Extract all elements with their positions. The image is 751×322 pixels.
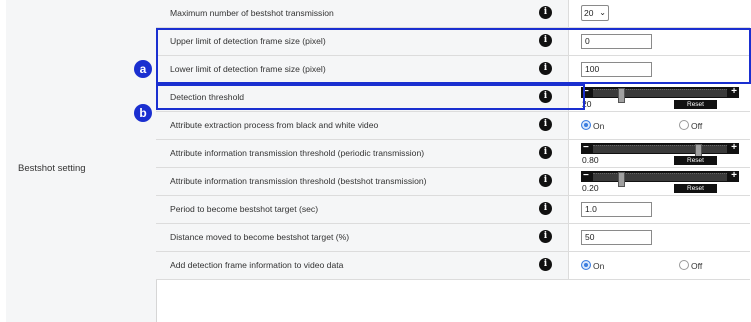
control-cell: 1.0 <box>568 196 751 223</box>
info-icon[interactable]: i <box>539 118 552 131</box>
setting-label: Distance moved to become bestshot target… <box>170 232 350 242</box>
slider-thumb[interactable] <box>618 88 625 103</box>
reset-button[interactable]: Reset <box>674 184 717 193</box>
control-cell: 20 ⌄ <box>568 0 751 27</box>
control-cell: On Off <box>568 252 751 279</box>
setting-row-period: Period to become bestshot target (sec) i… <box>156 196 751 224</box>
radio-on[interactable]: On <box>581 120 604 131</box>
control-cell: 0 <box>568 28 751 55</box>
slider-track[interactable] <box>593 88 727 103</box>
settings-panel: Bestshot setting Maximum number of bests… <box>6 0 751 322</box>
setting-label: Upper limit of detection frame size (pix… <box>170 36 326 46</box>
radio-off[interactable]: Off <box>679 120 702 131</box>
setting-row-upper-limit: Upper limit of detection frame size (pix… <box>156 28 751 56</box>
minus-icon[interactable]: − <box>583 170 589 181</box>
info-icon[interactable]: i <box>539 258 552 271</box>
minus-icon[interactable]: − <box>583 86 589 97</box>
info-icon[interactable]: i <box>539 90 552 103</box>
plus-icon[interactable]: + <box>731 142 737 153</box>
slider-value: 20 <box>582 99 592 109</box>
info-icon[interactable]: i <box>539 230 552 243</box>
radio-on[interactable]: On <box>581 260 604 271</box>
control-cell: 50 <box>568 224 751 251</box>
distance-input[interactable]: 50 <box>581 230 652 245</box>
setting-row-attr-bestshot: Attribute information transmission thres… <box>156 168 751 196</box>
radio-selected-icon <box>581 260 591 270</box>
info-icon[interactable]: i <box>539 62 552 75</box>
setting-label: Attribute information transmission thres… <box>170 148 425 158</box>
setting-row-add-frame-info: Add detection frame information to video… <box>156 252 751 280</box>
setting-row-max-bestshot: Maximum number of bestshot transmission … <box>156 0 751 28</box>
radio-selected-icon <box>581 120 591 130</box>
setting-row-lower-limit: Lower limit of detection frame size (pix… <box>156 56 751 84</box>
plus-icon[interactable]: + <box>731 170 737 181</box>
setting-row-detection-threshold: Detection threshold i − + 20 Reset <box>156 84 751 112</box>
upper-limit-input[interactable]: 0 <box>581 34 652 49</box>
setting-row-attr-periodic: Attribute information transmission thres… <box>156 140 751 168</box>
chevron-down-icon: ⌄ <box>599 8 606 17</box>
setting-label: Maximum number of bestshot transmission <box>170 8 334 18</box>
setting-row-distance: Distance moved to become bestshot target… <box>156 224 751 252</box>
minus-icon[interactable]: − <box>583 142 589 153</box>
lower-limit-input[interactable]: 100 <box>581 62 652 77</box>
select-value: 20 <box>584 8 594 18</box>
setting-label: Attribute extraction process from black … <box>170 120 379 130</box>
reset-button[interactable]: Reset <box>674 156 717 165</box>
slider-thumb[interactable] <box>618 172 625 187</box>
reset-button[interactable]: Reset <box>674 100 717 109</box>
info-icon[interactable]: i <box>539 146 552 159</box>
max-bestshot-select[interactable]: 20 ⌄ <box>581 5 609 21</box>
setting-label: Detection threshold <box>170 92 245 102</box>
control-cell: − + 0.80 Reset <box>568 140 751 167</box>
slider-track[interactable] <box>593 144 727 159</box>
control-cell: On Off <box>568 112 751 139</box>
setting-label: Period to become bestshot target (sec) <box>170 204 319 214</box>
info-icon[interactable]: i <box>539 34 552 47</box>
period-input[interactable]: 1.0 <box>581 202 652 217</box>
slider-track[interactable] <box>593 172 727 187</box>
radio-off[interactable]: Off <box>679 260 702 271</box>
section-label-column: Bestshot setting <box>6 0 157 322</box>
info-icon[interactable]: i <box>539 174 552 187</box>
control-cell: 100 <box>568 56 751 83</box>
slider-value: 0.20 <box>582 183 599 193</box>
info-icon[interactable]: i <box>539 202 552 215</box>
setting-label: Lower limit of detection frame size (pix… <box>170 64 326 74</box>
setting-label: Attribute information transmission thres… <box>170 176 427 186</box>
annotation-badge-a: a <box>134 60 152 78</box>
section-label: Bestshot setting <box>18 163 86 174</box>
attr-bestshot-slider[interactable]: − + <box>581 170 739 187</box>
info-icon[interactable]: i <box>539 6 552 19</box>
radio-unselected-icon <box>679 260 689 270</box>
control-cell: − + 0.20 Reset <box>568 168 751 195</box>
annotation-badge-b: b <box>134 104 152 122</box>
attr-periodic-slider[interactable]: − + <box>581 142 739 159</box>
plus-icon[interactable]: + <box>731 86 737 97</box>
setting-label: Add detection frame information to video… <box>170 260 344 270</box>
setting-row-bw-attribute: Attribute extraction process from black … <box>156 112 751 140</box>
slider-value: 0.80 <box>582 155 599 165</box>
detection-threshold-slider[interactable]: − + <box>581 86 739 103</box>
radio-unselected-icon <box>679 120 689 130</box>
control-cell: − + 20 Reset <box>568 84 751 111</box>
